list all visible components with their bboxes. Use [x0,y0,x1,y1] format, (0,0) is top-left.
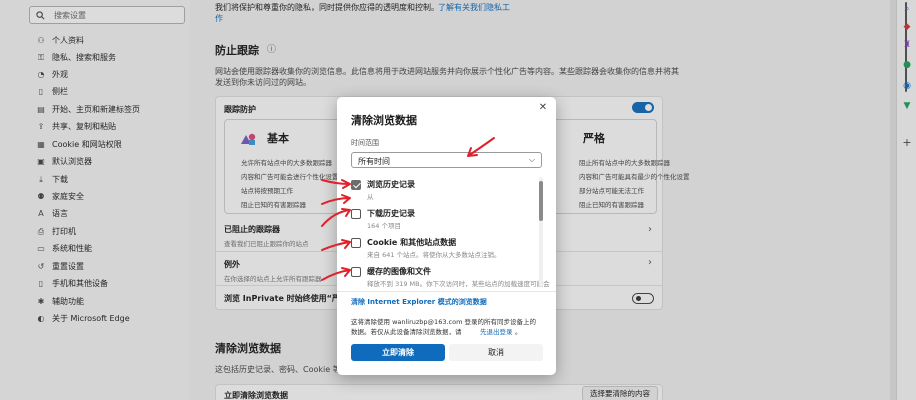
clear-now-button[interactable]: 立即清除 [351,344,445,361]
cookies-label: Cookie 和其他站点数据 [367,238,457,247]
browsing-history-checkbox[interactable] [351,180,361,190]
dialog-scrollbar[interactable] [539,177,543,287]
browsing-history-label: 浏览历史记录 [367,180,415,189]
cached-files-label: 缓存的图像和文件 [367,267,431,276]
time-range-value: 所有时间 [358,157,390,166]
time-range-select[interactable]: 所有时间 ⌵ [351,152,542,168]
clear-browsing-data-dialog: ✕ 清除浏览数据 时间范围 所有时间 ⌵ 浏览历史记录 从 下载历史记录 164… [337,97,556,375]
cookies-sub: 来自 641 个站点。将使你从大多数站点注销。 [367,251,501,259]
download-history-checkbox[interactable] [351,209,361,219]
sync-note-1: 这将清除使用 wanliruzbp@163.com 登录的所有同步设备上的 [351,318,536,326]
browsing-history-sub: 从 [367,193,374,201]
download-history-label: 下载历史记录 [367,209,415,218]
ie-mode-clear-link[interactable]: 清除 Internet Explorer 模式的浏览数据 [351,297,487,307]
sync-note-end: 。 [515,328,522,336]
close-icon[interactable]: ✕ [538,103,548,113]
dialog-title: 清除浏览数据 [351,114,417,127]
cached-files-sub: 释放不到 319 MB。你下次访问时，某些站点的加载速度可能会 [367,280,550,288]
chevron-down-icon: ⌵ [528,155,535,164]
cancel-button[interactable]: 取消 [449,344,543,361]
sign-out-link[interactable]: 先退出登录 [480,326,513,336]
cached-files-checkbox[interactable] [351,267,361,277]
sync-note-2: 数据。若仅从此设备清除浏览数据，请 [351,328,462,336]
dialog-divider [337,291,556,292]
dialog-scrollbar-thumb[interactable] [539,181,543,221]
cookies-checkbox[interactable] [351,238,361,248]
download-history-sub: 164 个项目 [367,222,401,230]
time-range-label: 时间范围 [351,139,379,147]
